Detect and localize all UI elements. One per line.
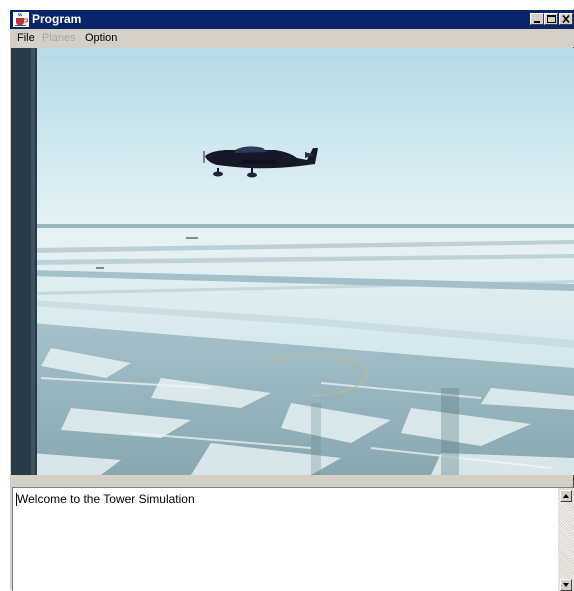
window-title: Program [32, 12, 82, 26]
message-console: Welcome to the Tower Simulation [12, 487, 574, 591]
menu-option[interactable]: Option [85, 31, 117, 45]
minimize-icon [534, 21, 540, 23]
close-icon [562, 14, 570, 24]
menu-file[interactable]: File [17, 31, 35, 45]
menu-planes[interactable]: Planes [42, 31, 76, 45]
java-cup-icon[interactable] [13, 12, 29, 27]
menu-bar: File Planes Option [10, 29, 574, 47]
close-button[interactable] [559, 13, 573, 25]
scroll-down-button[interactable] [560, 579, 572, 591]
console-message: Welcome to the Tower Simulation [17, 492, 195, 506]
maximize-button[interactable] [544, 13, 558, 25]
arrow-up-icon [563, 494, 569, 498]
console-textarea[interactable]: Welcome to the Tower Simulation [14, 489, 556, 591]
app-window: Program File Planes Option Welcome to th… [9, 9, 574, 591]
scroll-up-button[interactable] [560, 490, 572, 502]
tower-view-image [11, 48, 574, 475]
console-scrollbar[interactable] [558, 488, 574, 591]
maximize-icon [547, 15, 556, 23]
minimize-button[interactable] [530, 13, 544, 25]
arrow-down-icon [563, 583, 569, 587]
title-bar[interactable]: Program [10, 10, 574, 29]
